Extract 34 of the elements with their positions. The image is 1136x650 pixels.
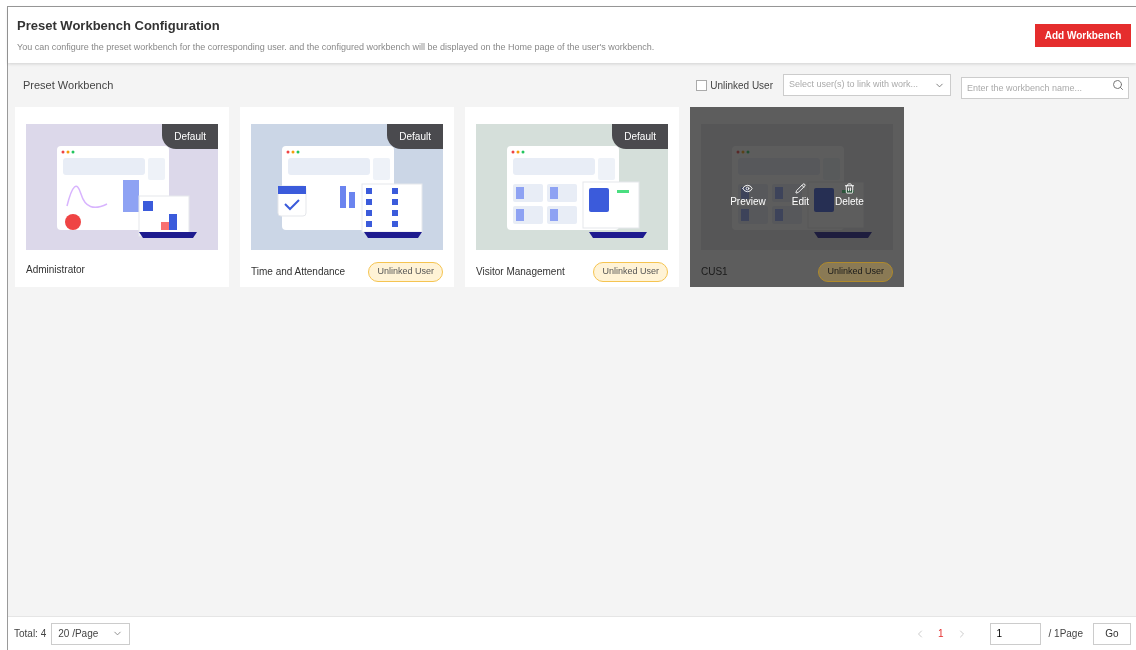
page-number[interactable]: 1 — [933, 626, 948, 641]
page-size-select[interactable]: 20 /Page — [51, 622, 131, 645]
edit-button[interactable]: Edit — [787, 183, 813, 207]
card-title: Time and Attendance — [251, 265, 346, 280]
unlinked-user-badge: Unlinked User — [593, 262, 668, 282]
page-count: / 1Page — [1048, 627, 1083, 641]
workbench-card[interactable]: Default Administrator — [15, 107, 229, 287]
search-icon — [1112, 79, 1124, 91]
card-title: Administrator — [26, 263, 85, 277]
default-badge: Default — [612, 124, 668, 149]
card-title: CUS1 — [701, 265, 728, 280]
default-badge: Default — [387, 124, 443, 149]
add-workbench-button[interactable]: Add Workbench — [1035, 23, 1131, 47]
go-button[interactable]: Go — [1093, 622, 1131, 645]
search-field[interactable]: Enter the workbench name... — [961, 77, 1129, 99]
unlinked-user-badge: Unlinked User — [368, 262, 443, 282]
unlinked-user-checkbox[interactable] — [696, 79, 708, 91]
page-title: Preset Workbench Configuration — [17, 16, 221, 35]
page-description: You can configure the preset workbench for the corresponding user. and the configured workbench will be displayed on the Home page of the user's workbench. — [17, 41, 655, 54]
pencil-icon — [794, 183, 806, 194]
workbench-card[interactable]: Default Time and Attendance Unlinked User — [240, 107, 454, 287]
card-title: Visitor Management — [476, 265, 565, 280]
unlinked-user-badge: Unlinked User — [818, 262, 893, 282]
checkbox-label: Unlinked User — [710, 78, 773, 93]
trash-icon — [843, 183, 855, 194]
workbench-card[interactable]: CUS1 Unlinked User Preview Edit Delete — [690, 107, 904, 287]
page-jump-field[interactable]: 1 — [989, 622, 1041, 645]
default-badge: Default — [162, 124, 218, 149]
total-count: Total: 4 — [14, 627, 47, 641]
workbench-card[interactable]: Default Visitor Management Unlinked User — [465, 107, 679, 287]
eye-icon — [742, 183, 754, 194]
preview-button[interactable]: Preview — [726, 183, 770, 207]
delete-button[interactable]: Delete — [830, 183, 868, 207]
section-title: Preset Workbench — [23, 77, 114, 93]
